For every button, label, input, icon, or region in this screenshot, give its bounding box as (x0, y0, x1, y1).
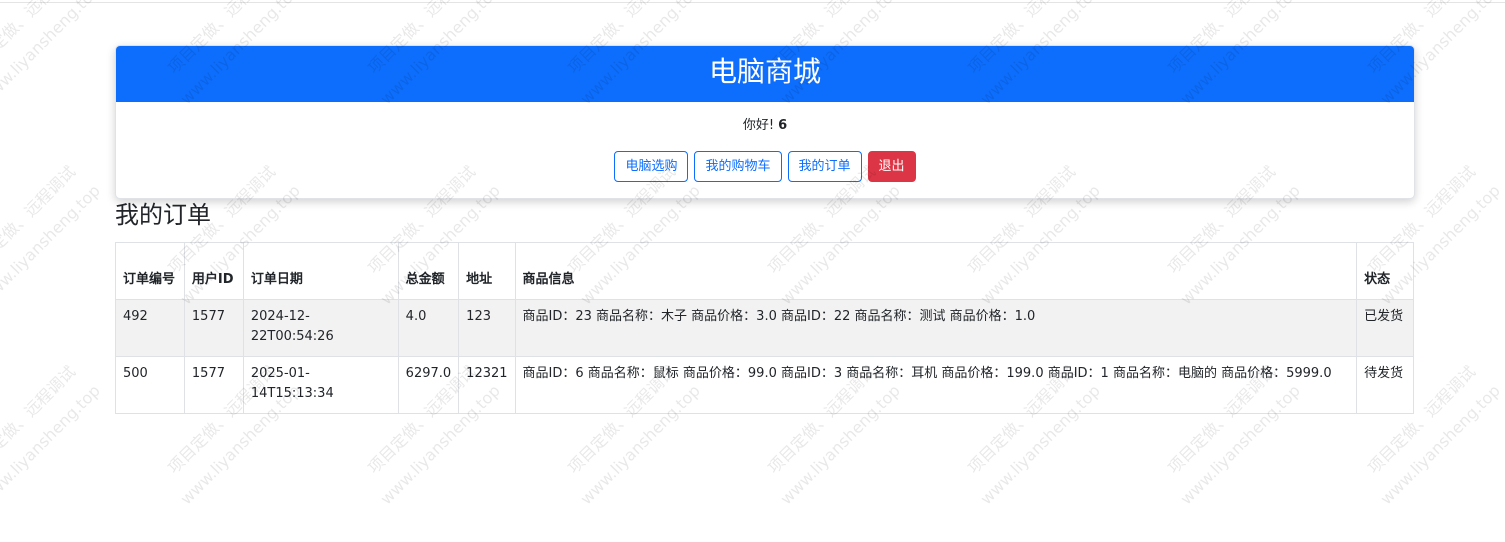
order-status: 已发货 (1356, 299, 1414, 357)
col-total: 总金额 (397, 242, 460, 300)
order-total: 4.0 (397, 299, 460, 357)
order-id: 500 (115, 356, 185, 414)
table-row: 492 1577 2024-12-22T00:54:26 4.0 123 商品I… (115, 299, 1414, 357)
header-card: 电脑商城 你好! 6 电脑选购 我的购物车 我的订单 退出 (115, 45, 1415, 199)
site-title: 电脑商城 (116, 46, 1414, 102)
shop-button[interactable]: 电脑选购 (614, 151, 689, 182)
watermark-url: www.liyansheng.top (0, 180, 104, 309)
order-total: 6297.0 (397, 356, 460, 414)
col-user-id: 用户ID (183, 242, 244, 300)
user-id: 1577 (183, 299, 244, 357)
watermark-text: 项目定做、远程调试 (0, 0, 80, 78)
col-order-date: 订单日期 (242, 242, 399, 300)
watermark-url: www.liyansheng.top (0, 0, 104, 109)
col-address: 地址 (458, 242, 516, 300)
logout-button[interactable]: 退出 (867, 151, 916, 182)
top-divider (0, 2, 1505, 3)
nav-buttons: 电脑选购 我的购物车 我的订单 退出 (116, 151, 1414, 182)
watermark-text: 项目定做、远程调试 (0, 162, 80, 278)
watermark-text: 项目定做、远程调试 (0, 362, 80, 478)
greeting: 你好! 6 (116, 118, 1414, 134)
order-date: 2025-01-14T15:13:34 (242, 356, 399, 414)
table-row: 500 1577 2025-01-14T15:13:34 6297.0 1232… (115, 356, 1414, 414)
order-address: 12321 (458, 356, 516, 414)
username: 6 (778, 118, 788, 133)
cart-button[interactable]: 我的购物车 (694, 151, 782, 182)
order-status: 待发货 (1356, 356, 1414, 414)
table-header-row: 订单编号 用户ID 订单日期 总金额 地址 商品信息 状态 (115, 242, 1414, 300)
orders-button[interactable]: 我的订单 (787, 151, 862, 182)
order-id: 492 (115, 299, 185, 357)
user-id: 1577 (183, 356, 244, 414)
order-items: 商品ID：6 商品名称：鼠标 商品价格：99.0 商品ID：3 商品名称：耳机 … (514, 356, 1358, 414)
order-address: 123 (458, 299, 516, 357)
col-items: 商品信息 (514, 242, 1358, 300)
page-title: 我的订单 (115, 201, 211, 229)
col-order-id: 订单编号 (115, 242, 185, 300)
greeting-text: 你好! (742, 118, 775, 133)
watermark-url: www.liyansheng.top (0, 380, 104, 509)
order-date: 2024-12-22T00:54:26 (242, 299, 399, 357)
orders-table: 订单编号 用户ID 订单日期 总金额 地址 商品信息 状态 492 1577 2… (115, 242, 1414, 414)
col-status: 状态 (1356, 242, 1414, 300)
order-items: 商品ID：23 商品名称：木子 商品价格：3.0 商品ID：22 商品名称：测试… (514, 299, 1358, 357)
